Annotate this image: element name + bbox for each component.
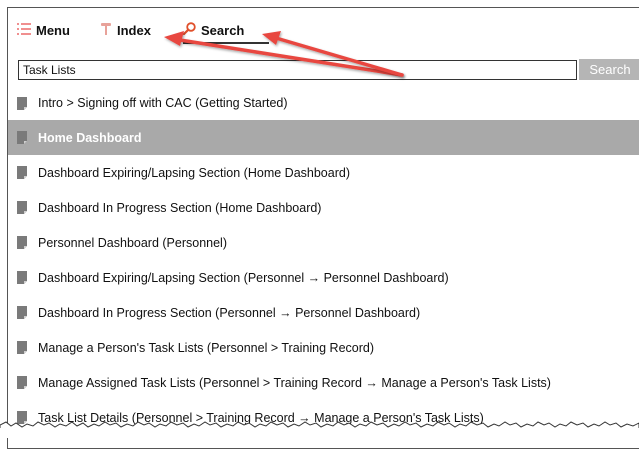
- result-label: Dashboard In Progress Section (Home Dash…: [38, 200, 322, 215]
- page-icon: [17, 376, 27, 389]
- result-label: Task List Details (Personnel > Training …: [38, 410, 484, 425]
- tab-search[interactable]: Search: [182, 20, 245, 40]
- result-label: Home Dashboard: [38, 130, 142, 145]
- menu-list-icon: [17, 22, 31, 38]
- search-input[interactable]: [18, 60, 577, 80]
- result-label: Dashboard In Progress Section (Personnel…: [38, 305, 421, 320]
- results-list: Intro > Signing off with CAC (Getting St…: [8, 86, 639, 435]
- result-item-selected[interactable]: Home Dashboard: [8, 120, 639, 155]
- result-item[interactable]: Dashboard Expiring/Lapsing Section (Home…: [8, 155, 639, 190]
- result-label: Manage a Person's Task Lists (Personnel …: [38, 340, 375, 355]
- page-icon: [17, 166, 27, 179]
- tab-index[interactable]: Index: [100, 20, 151, 40]
- tab-bar: Menu Index Search: [8, 8, 639, 48]
- help-panel: Menu Index Search Search: [7, 7, 639, 449]
- tab-index-label: Index: [117, 22, 151, 38]
- result-item[interactable]: Task List Details (Personnel > Training …: [8, 400, 639, 435]
- result-label: Dashboard Expiring/Lapsing Section (Home…: [38, 165, 350, 180]
- search-button[interactable]: Search: [579, 59, 639, 80]
- result-label: Personnel Dashboard (Personnel): [38, 235, 227, 250]
- page-icon: [17, 96, 27, 110]
- result-label: Intro > Signing off with CAC (Getting St…: [38, 96, 288, 110]
- result-item[interactable]: Dashboard In Progress Section (Home Dash…: [8, 190, 639, 225]
- pushpin-icon: [100, 22, 112, 39]
- tab-menu-label: Menu: [36, 22, 70, 38]
- result-item[interactable]: Manage a Person's Task Lists (Personnel …: [8, 330, 639, 365]
- tab-menu[interactable]: Menu: [17, 20, 70, 40]
- tab-search-label: Search: [201, 22, 245, 38]
- result-label: Manage Assigned Task Lists (Personnel > …: [38, 375, 551, 390]
- result-label: Dashboard Expiring/Lapsing Section (Pers…: [38, 270, 449, 285]
- active-tab-indicator: [183, 42, 269, 44]
- page-icon: [17, 271, 27, 284]
- page-icon: [17, 306, 27, 319]
- page-icon: [17, 201, 27, 214]
- result-item[interactable]: Intro > Signing off with CAC (Getting St…: [8, 86, 639, 120]
- page-icon: [17, 411, 27, 424]
- result-item[interactable]: Dashboard In Progress Section (Personnel…: [8, 295, 639, 330]
- page-icon: [17, 131, 27, 144]
- result-item[interactable]: Dashboard Expiring/Lapsing Section (Pers…: [8, 260, 639, 295]
- result-item[interactable]: Manage Assigned Task Lists (Personnel > …: [8, 365, 639, 400]
- page-icon: [17, 341, 27, 354]
- page-icon: [17, 236, 27, 249]
- magnifier-icon: [182, 22, 196, 38]
- result-item[interactable]: Personnel Dashboard (Personnel): [8, 225, 639, 260]
